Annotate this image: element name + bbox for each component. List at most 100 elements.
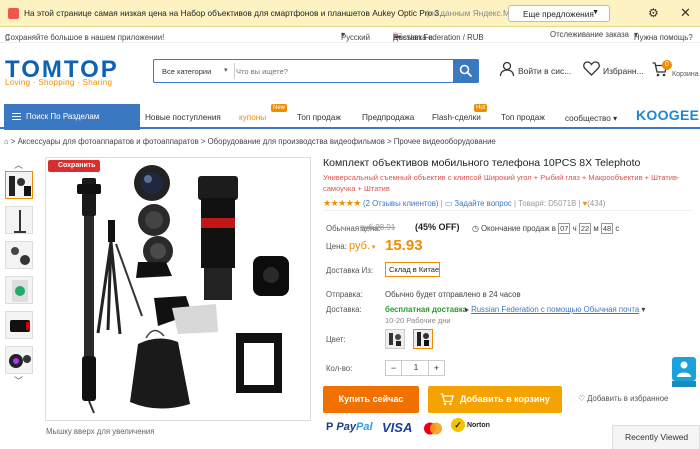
product-subtitle: Универсальный съемный объектив с клипсой… [323, 173, 680, 193]
currency-select[interactable]: руб. ▾ [349, 240, 375, 252]
add-favorite-link[interactable]: ♡ Добавить в избранное [578, 394, 668, 403]
home-icon[interactable]: ⌂ [4, 137, 9, 146]
rating-row: ★★★★★ (2 Отзывы клиентов) | ▭ Задайте во… [323, 198, 606, 208]
person-icon [677, 361, 691, 377]
reviews-link[interactable]: (2 Отзывы клиентов) [363, 199, 438, 208]
nav-flash-deals[interactable]: Flash-сделки [432, 113, 481, 122]
sale-ends-label: Окончание продаж в [480, 224, 556, 233]
color-swatch[interactable] [385, 329, 405, 349]
divider [323, 210, 693, 211]
heart-icon: ♡ [578, 394, 585, 403]
thumbnail[interactable] [5, 311, 33, 339]
paypal-logo: P PayPal [326, 421, 373, 433]
save-image-label: Сохранить [58, 162, 96, 169]
chat-button[interactable] [672, 357, 696, 381]
search-category[interactable]: Все категории [162, 67, 211, 76]
help-label: Нужна помощь? [634, 33, 693, 42]
chevron-up-icon[interactable]: ︿ [14, 158, 23, 171]
user-icon[interactable] [499, 61, 515, 77]
search-input[interactable] [236, 62, 451, 80]
help-menu[interactable]: Нужна помощь? ▾ [634, 30, 693, 42]
categories-menu-button[interactable]: Поиск По Разделам [4, 104, 140, 130]
shipping-method-label: Russian Federation с помощью Обычная поч… [471, 305, 640, 314]
favorites-link[interactable]: Избранн... [603, 66, 644, 76]
nav-community[interactable]: сообщество ▾ [565, 113, 617, 123]
chevron-down-icon: ▼ [592, 9, 599, 16]
more-offers-label: Еще предложения [523, 9, 594, 19]
language-select[interactable]: Русский ▾ [341, 30, 370, 42]
warehouse-option[interactable]: Склад в Китае [385, 262, 440, 277]
heart-icon[interactable] [583, 61, 600, 76]
product-title: Комплект объективов мобильного телефона … [323, 157, 641, 169]
decrease-button[interactable]: − [386, 361, 402, 375]
color-label: Цвет: [326, 335, 346, 344]
thumbnail[interactable] [5, 171, 33, 199]
main-product-image[interactable] [45, 157, 311, 421]
timer-hours: 07 [558, 223, 571, 234]
checkmark-icon: ✓ [451, 418, 465, 432]
language-label: Русский [341, 33, 370, 42]
cart-count-badge: 0 [662, 60, 672, 70]
gear-icon[interactable]: ⚙ [648, 6, 659, 20]
add-to-cart-label: Добавить в корзину [460, 394, 550, 404]
nav-top-sellers[interactable]: Топ продаж [297, 113, 341, 122]
norton-logo: ✓ Norton [451, 418, 490, 432]
add-favorite-label: Добавить в избранное [587, 394, 669, 403]
paypal-icon: P [326, 421, 334, 433]
breadcrumb[interactable]: ⌂ > Аксессуары для фотоаппаратов и фотоа… [4, 137, 496, 146]
currency-label: руб. [349, 240, 370, 252]
delivery-select[interactable]: Доставка в Russian Federation / RUB ▾ [393, 30, 484, 42]
site-tagline: Loving · Shopping · Sharing [5, 78, 113, 87]
nav-new-arrivals[interactable]: Новые поступления [145, 113, 221, 122]
yandex-message[interactable]: На этой странице самая низкая цена на На… [24, 8, 484, 18]
timer-minutes: 22 [578, 223, 592, 234]
thumbnail[interactable] [5, 276, 33, 304]
chat-button-base [672, 381, 696, 387]
like-count: (434) [587, 199, 606, 208]
visa-logo: VISA [382, 420, 413, 435]
search-button[interactable] [453, 59, 479, 83]
rating-stars: ★★★★★ [323, 198, 361, 208]
hamburger-icon [12, 113, 21, 120]
koogeek-brand-logo[interactable]: KOOGEEK [636, 107, 700, 123]
thumbnail[interactable] [5, 346, 33, 374]
buy-now-button[interactable]: Купить сейчас [323, 386, 419, 413]
timer-seconds: 48 [600, 223, 614, 234]
close-icon[interactable]: ✕ [680, 5, 691, 21]
thumbnail[interactable] [5, 241, 33, 269]
search-icon [459, 64, 473, 78]
dispatch-label: Отправка: [326, 290, 363, 299]
cart-label[interactable]: Корзина [672, 71, 699, 78]
order-tracking-link[interactable]: Отслеживание заказа [550, 30, 629, 39]
nav-presale[interactable]: Предпродажа [362, 113, 414, 122]
free-shipping: бесплатная доставка [385, 305, 468, 314]
color-swatch-selected[interactable] [413, 329, 433, 349]
categories-label: Поиск По Разделам [26, 112, 100, 121]
nav-top-sellers-2[interactable]: Топ продаж [501, 113, 545, 122]
dispatch-time: Обычно будет отправлено в 24 часов [385, 290, 521, 299]
chevron-down-icon[interactable]: ﹀ [14, 374, 23, 387]
price-label: Цена: [326, 242, 347, 251]
increase-button[interactable]: + [428, 361, 444, 375]
signin-link[interactable]: Войти в сис... [518, 66, 571, 76]
zoom-hint: Мышку вверх для увеличения [46, 427, 155, 436]
more-offers-button[interactable]: Еще предложения ▼ [508, 5, 610, 22]
nav-coupons[interactable]: купоны [239, 113, 266, 122]
add-to-cart-button[interactable]: Добавить в корзину [428, 386, 562, 413]
ask-question-link[interactable]: Задайте вопрос [454, 199, 511, 208]
save-image-button[interactable]: Сохранить [48, 160, 100, 172]
top-links-bar: ▯ Сохраняйте большое в нашем приложении!… [0, 27, 700, 43]
question-icon: ▭ [444, 199, 453, 208]
thumbnail[interactable] [5, 206, 33, 234]
mastercard-icon [424, 422, 442, 435]
search-divider [234, 63, 235, 79]
regular-price: руб.28.91 [360, 223, 396, 232]
breadcrumb-path: Аксессуары для фотоаппаратов и фотоаппар… [17, 137, 496, 146]
quantity-input[interactable]: 1 [402, 361, 430, 375]
recently-viewed-tab[interactable]: Recently Viewed [612, 425, 700, 449]
nav-community-label: сообщество [565, 114, 611, 123]
shipping-method-select[interactable]: ▸ Russian Federation с помощью Обычная п… [465, 305, 645, 314]
clock-icon: ◷ [472, 224, 479, 233]
quantity-label: Кол-во: [326, 364, 353, 373]
yandex-market-bar: На этой странице самая низкая цена на На… [0, 0, 700, 27]
